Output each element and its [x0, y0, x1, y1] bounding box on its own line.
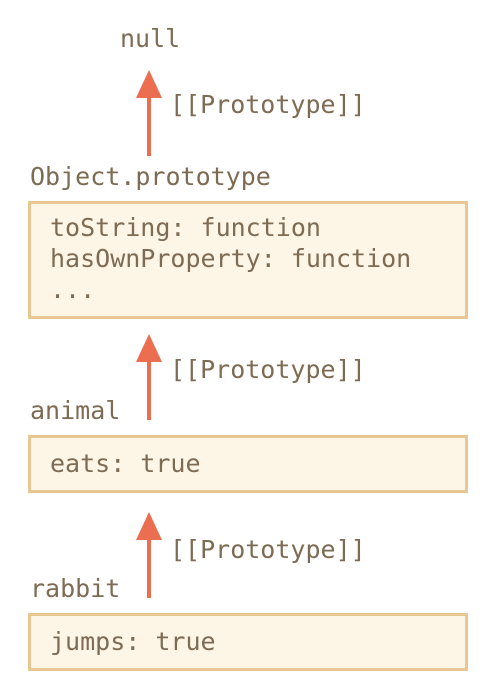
- prototype-link-label-3: [[Prototype]]: [170, 535, 366, 564]
- rabbit-box: jumps: true: [28, 613, 468, 671]
- property-eats: eats: true: [50, 449, 201, 478]
- prototype-link-label-1: [[Prototype]]: [170, 90, 366, 119]
- animal-name: animal: [30, 396, 121, 425]
- arrow-head: [136, 334, 162, 362]
- property-hasownproperty: hasOwnProperty: function: [50, 244, 412, 273]
- arrow-shaft: [147, 538, 151, 598]
- property-jumps: jumps: true: [50, 627, 216, 656]
- arrow-shaft: [147, 360, 151, 420]
- arrow-shaft: [147, 96, 151, 156]
- arrow-head: [136, 512, 162, 540]
- prototype-arrow-to-animal: [136, 512, 162, 598]
- animal-box: eats: true: [28, 435, 468, 493]
- object-prototype-name: Object.prototype: [30, 162, 271, 191]
- arrow-head: [136, 70, 162, 98]
- property-tostring: toString: function: [50, 213, 321, 242]
- rabbit-name: rabbit: [30, 574, 121, 603]
- null-label: null: [120, 24, 181, 53]
- property-ellipsis: ...: [50, 275, 96, 304]
- object-prototype-box: toString: function hasOwnProperty: funct…: [28, 201, 468, 319]
- prototype-arrow-to-object-prototype: [136, 334, 162, 420]
- prototype-arrow-to-null: [136, 70, 162, 156]
- prototype-link-label-2: [[Prototype]]: [170, 355, 366, 384]
